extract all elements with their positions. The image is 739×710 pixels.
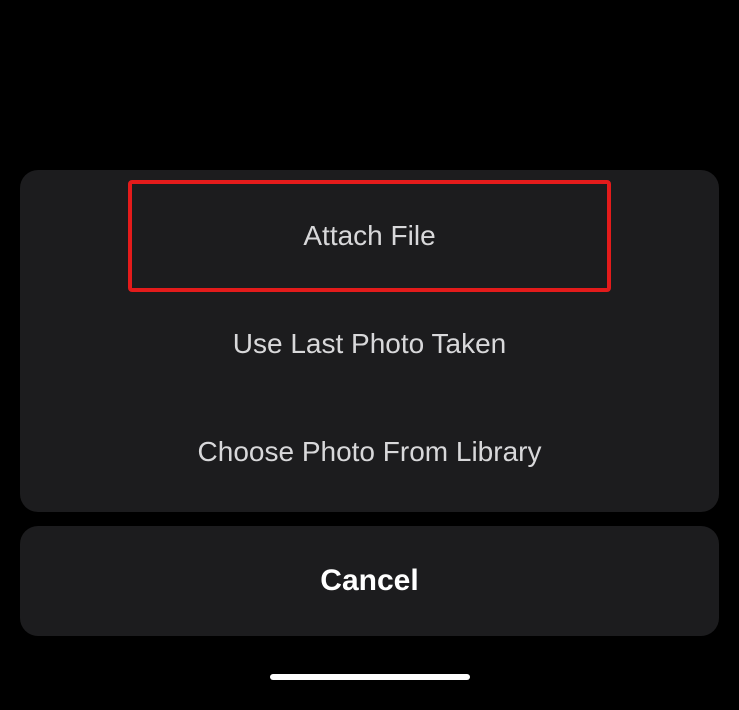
home-indicator[interactable]: [270, 674, 470, 680]
choose-from-library-option[interactable]: Choose Photo From Library: [20, 398, 719, 506]
choose-from-library-label: Choose Photo From Library: [198, 436, 542, 468]
action-sheet-cancel-group: Cancel: [20, 526, 719, 636]
attach-file-option[interactable]: Attach File: [130, 182, 609, 290]
cancel-label: Cancel: [320, 564, 418, 598]
attach-file-label: Attach File: [303, 220, 435, 252]
home-indicator-wrap: [20, 674, 719, 680]
action-sheet-options: Attach File Use Last Photo Taken Choose …: [20, 170, 719, 512]
cancel-button[interactable]: Cancel: [20, 526, 719, 636]
use-last-photo-label: Use Last Photo Taken: [233, 328, 506, 360]
use-last-photo-option[interactable]: Use Last Photo Taken: [20, 290, 719, 398]
